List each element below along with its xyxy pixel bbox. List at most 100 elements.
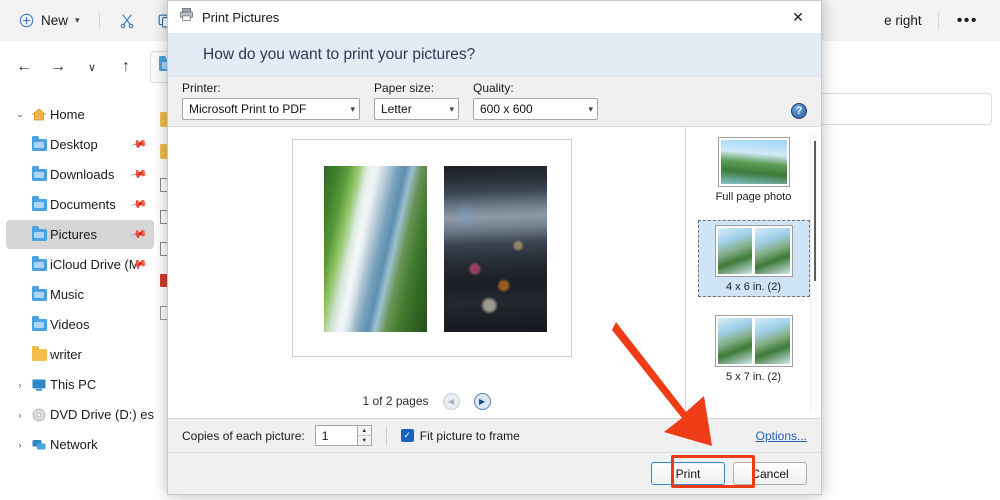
sidebar-item-writer[interactable]: writer	[6, 340, 154, 369]
sidebar-item-label: iCloud Drive (M	[50, 257, 140, 272]
printer-value: Microsoft Print to PDF	[189, 102, 306, 116]
cancel-button[interactable]: Cancel	[733, 462, 807, 485]
preview-page	[292, 139, 572, 357]
sidebar-item-desktop[interactable]: Desktop 📌	[6, 130, 154, 159]
sidebar-item-videos[interactable]: Videos	[6, 310, 154, 339]
chevron-down-icon[interactable]: ⌄	[12, 109, 28, 120]
paper-size-select[interactable]: Letter ▾	[374, 98, 459, 120]
cut-button[interactable]	[110, 6, 144, 36]
pin-icon[interactable]: 📌	[130, 195, 149, 214]
chevron-down-icon: ▾	[350, 104, 355, 115]
sidebar-item-dvd-drive-d-esd2i[interactable]: ›DVD Drive (D:) esd2i	[6, 400, 154, 429]
checkbox-checked-icon: ✓	[401, 429, 414, 442]
mountain-lake-photo	[324, 166, 427, 332]
printer-select[interactable]: Microsoft Print to PDF ▾	[182, 98, 360, 120]
paper-size-label: Paper size:	[374, 81, 459, 95]
sidebar-item-label: Pictures	[50, 227, 97, 242]
forward-button[interactable]: →	[42, 51, 74, 83]
sidebar-item-label: writer	[50, 347, 82, 362]
sidebar-item-music[interactable]: Music	[6, 280, 154, 309]
pin-icon[interactable]: 📌	[130, 135, 149, 154]
options-link[interactable]: Options...	[756, 429, 807, 443]
print-pictures-dialog: Print Pictures ✕ How do you want to prin…	[167, 0, 822, 495]
network-icon	[28, 437, 50, 453]
layout-option[interactable]: 5 x 7 in. (2)	[698, 311, 810, 386]
sidebar-item-label: Network	[50, 437, 98, 452]
spin-down-icon[interactable]: ▼	[358, 436, 371, 445]
folder-blue-icon	[28, 319, 50, 331]
chevron-right-icon[interactable]: ›	[12, 380, 28, 390]
quality-field-group: Quality: 600 x 600 ▾	[473, 81, 598, 120]
navigation-pane: ⌄HomeDesktop📌Downloads📌Documents📌Picture…	[0, 93, 160, 500]
layout-scrollbar[interactable]	[810, 133, 818, 412]
home-icon	[28, 107, 50, 123]
sidebar-item-pictures[interactable]: Pictures 📌	[6, 220, 154, 249]
sidebar-item-label: Desktop	[50, 137, 98, 152]
sidebar-item-icloud-drive-m[interactable]: iCloud Drive (M📌	[6, 250, 154, 279]
pin-icon[interactable]: 📌	[130, 165, 149, 184]
folder-blue-icon	[28, 259, 50, 271]
copies-bar: Copies of each picture: 1 ▲ ▼ ✓ Fit pict…	[168, 419, 821, 452]
printer-icon	[179, 7, 194, 27]
dialog-banner-text: How do you want to print your pictures?	[203, 46, 475, 64]
fit-picture-checkbox[interactable]: ✓ Fit picture to frame	[401, 429, 520, 443]
print-preview-pane: 1 of 2 pages ◀ ▶	[168, 127, 685, 418]
arrow-up-icon: ↑	[122, 58, 130, 76]
layout-right-label[interactable]: e right	[876, 13, 930, 28]
right-arrow-icon: ▶	[479, 397, 485, 406]
next-page-button[interactable]: ▶	[474, 393, 491, 410]
copies-label: Copies of each picture:	[182, 429, 305, 443]
layout-option[interactable]: Full page photo	[698, 133, 810, 206]
spin-up-icon[interactable]: ▲	[358, 426, 371, 436]
layout-option[interactable]: 4 x 6 in. (2)	[698, 220, 810, 297]
copies-spin-buttons[interactable]: ▲ ▼	[357, 425, 372, 446]
sidebar-item-this-pc[interactable]: ›This PC	[6, 370, 154, 399]
sidebar-item-label: Home	[50, 107, 85, 122]
quality-value: 600 x 600	[480, 102, 533, 116]
back-icon: ←	[16, 58, 32, 76]
back-button[interactable]: ←	[8, 51, 40, 83]
close-button[interactable]: ✕	[775, 1, 821, 33]
layout-thumbnail	[715, 225, 793, 277]
print-button[interactable]: Print	[651, 462, 725, 485]
folder-blue-icon	[28, 199, 50, 211]
sidebar-item-downloads[interactable]: Downloads📌	[6, 160, 154, 189]
folder-yellow-icon	[28, 349, 50, 361]
chevron-right-icon[interactable]: ›	[12, 410, 28, 420]
previous-page-button[interactable]: ◀	[443, 393, 460, 410]
left-arrow-icon: ◀	[448, 397, 454, 406]
folder-blue-icon	[28, 169, 50, 181]
layout-thumbnail	[715, 315, 793, 367]
help-icon[interactable]: ?	[791, 103, 807, 119]
monitor-icon	[28, 377, 50, 393]
fit-picture-label: Fit picture to frame	[420, 429, 520, 443]
layout-list[interactable]: Full page photo 4 x 6 in. (2) 5 x 7 in. (2…	[685, 127, 821, 418]
dialog-title: Print Pictures	[202, 10, 279, 25]
layout-scrollbar-thumb[interactable]	[814, 141, 816, 281]
layout-caption: 5 x 7 in. (2)	[726, 371, 781, 383]
printer-label: Printer:	[182, 81, 360, 95]
see-more-button[interactable]: •••	[947, 6, 988, 36]
sidebar-item-home[interactable]: ⌄ Home	[6, 100, 154, 129]
copies-stepper[interactable]: 1 ▲ ▼	[315, 425, 372, 446]
dialog-banner: How do you want to print your pictures?	[168, 33, 821, 77]
chevron-down-icon: ▾	[449, 104, 454, 115]
dialog-button-bar: Print Cancel	[168, 452, 821, 494]
copies-input[interactable]: 1	[315, 425, 357, 446]
up-button[interactable]: ↑	[110, 51, 142, 83]
sidebar-item-network[interactable]: › Network	[6, 430, 154, 459]
chevron-down-icon: ▾	[75, 15, 80, 26]
pin-icon[interactable]: 📌	[130, 225, 149, 244]
sidebar-item-documents[interactable]: Documents 📌	[6, 190, 154, 219]
printer-field-group: Printer: Microsoft Print to PDF ▾	[182, 81, 360, 120]
folder-blue-icon	[28, 139, 50, 151]
scissors-icon	[119, 13, 135, 29]
recent-locations-button[interactable]: ∨	[76, 51, 108, 83]
quality-select[interactable]: 600 x 600 ▾	[473, 98, 598, 120]
close-icon: ✕	[792, 9, 804, 26]
new-button[interactable]: New ▾	[10, 6, 89, 36]
night-city-photo	[444, 166, 547, 332]
sidebar-item-label: Documents	[50, 197, 116, 212]
plus-circle-icon	[19, 13, 34, 28]
chevron-right-icon[interactable]: ›	[12, 440, 28, 450]
